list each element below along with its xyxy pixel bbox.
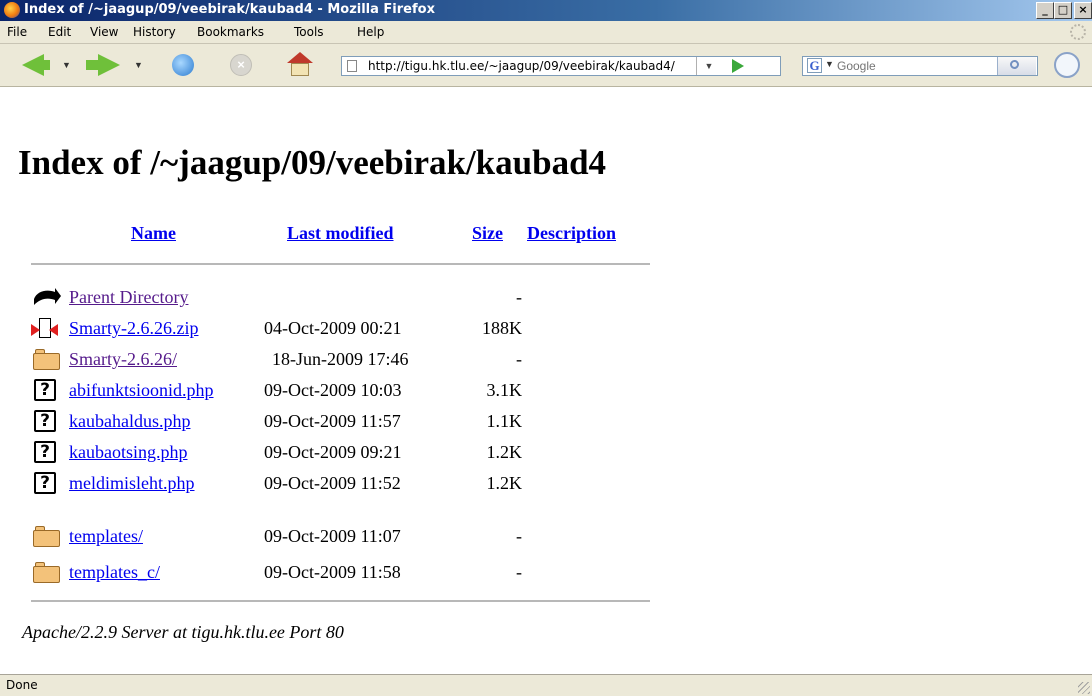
file-modified: 09-Oct-2009 11:57 [264, 411, 401, 431]
list-item: ? kaubahaldus.php 09-Oct-2009 11:57 1.1K [0, 407, 700, 435]
reload-icon[interactable] [172, 54, 194, 76]
folder-icon [31, 560, 61, 584]
folder-icon [31, 524, 61, 548]
url-text[interactable]: http://tigu.hk.tlu.ee/~jaagup/09/veebira… [368, 59, 698, 73]
unknown-file-icon: ? [31, 409, 61, 433]
forward-arrow-icon[interactable] [98, 54, 120, 76]
back-history-dropdown-icon[interactable]: ▼ [62, 60, 71, 70]
minimize-button[interactable]: _ [1036, 2, 1054, 19]
file-link[interactable]: Smarty-2.6.26/ [69, 349, 177, 370]
file-size: 1.2K [486, 442, 523, 462]
back-button[interactable] [40, 60, 50, 70]
column-modified-header[interactable]: Last modified [287, 223, 394, 244]
list-item: Smarty-2.6.26/ 18-Jun-2009 17:46 - [0, 345, 700, 373]
server-signature: Apache/2.2.9 Server at tigu.hk.tlu.ee Po… [22, 622, 344, 642]
file-modified: 09-Oct-2009 11:58 [264, 562, 401, 582]
file-modified: 09-Oct-2009 10:03 [264, 380, 402, 400]
status-text: Done [6, 678, 38, 692]
stop-icon[interactable]: × [230, 54, 252, 76]
file-modified: 18-Jun-2009 17:46 [272, 349, 409, 369]
menu-history[interactable]: History [133, 25, 176, 39]
close-button[interactable]: × [1074, 2, 1092, 19]
file-link[interactable]: Parent Directory [69, 287, 188, 308]
menu-bookmarks[interactable]: Bookmarks [197, 25, 264, 39]
column-size-header[interactable]: Size [472, 223, 503, 244]
file-size: 1.2K [486, 473, 523, 493]
page-title: Index of /~jaagup/09/veebirak/kaubad4 [18, 143, 607, 182]
history-clock-icon[interactable] [1054, 52, 1080, 78]
menu-help[interactable]: Help [357, 25, 384, 39]
file-link[interactable]: Smarty-2.6.26.zip [69, 318, 198, 339]
file-link[interactable]: kaubahaldus.php [69, 411, 190, 432]
search-button[interactable] [997, 57, 1036, 75]
page-content: Index of /~jaagup/09/veebirak/kaubad4 Na… [0, 87, 1092, 674]
file-link[interactable]: templates_c/ [69, 562, 160, 583]
url-dropdown-icon[interactable]: ▼ [696, 57, 721, 75]
address-bar[interactable]: http://tigu.hk.tlu.ee/~jaagup/09/veebira… [341, 56, 781, 76]
window-title-bar: Index of /~jaagup/09/veebirak/kaubad4 - … [0, 0, 1092, 21]
file-size: - [516, 526, 522, 546]
search-engine-dropdown-icon[interactable]: ▼ [825, 59, 834, 69]
file-size: 188K [482, 318, 522, 338]
list-item: templates/ 09-Oct-2009 11:07 - [0, 522, 700, 550]
file-size: - [516, 562, 522, 582]
file-size: - [516, 349, 522, 369]
throbber-icon [1070, 24, 1086, 40]
file-modified: 09-Oct-2009 09:21 [264, 442, 402, 462]
list-item: ? kaubaotsing.php 09-Oct-2009 09:21 1.2K [0, 438, 700, 466]
status-bar: Done [0, 674, 1092, 696]
file-link[interactable]: kaubaotsing.php [69, 442, 188, 463]
file-link[interactable]: abifunktsioonid.php [69, 380, 214, 401]
unknown-file-icon: ? [31, 440, 61, 464]
resize-grip-icon[interactable] [1078, 682, 1090, 694]
navigation-toolbar: ▼ ▼ × http://tigu.hk.tlu.ee/~jaagup/09/v… [0, 44, 1092, 87]
file-modified: 09-Oct-2009 11:52 [264, 473, 401, 493]
google-engine-icon[interactable]: G [807, 58, 822, 73]
menu-bar: File Edit View History Bookmarks Tools H… [0, 21, 1092, 44]
menu-file[interactable]: File [7, 25, 27, 39]
search-icon [1010, 60, 1019, 69]
file-modified: 09-Oct-2009 11:07 [264, 526, 401, 546]
menu-view[interactable]: View [90, 25, 118, 39]
list-item: ? meldimisleht.php 09-Oct-2009 11:52 1.2… [0, 469, 700, 497]
compressed-icon [31, 316, 61, 340]
file-size: 1.1K [486, 411, 523, 431]
home-icon[interactable] [287, 52, 313, 76]
file-link[interactable]: templates/ [69, 526, 143, 547]
list-item: Smarty-2.6.26.zip 04-Oct-2009 00:21 188K [0, 314, 700, 342]
list-item: templates_c/ 09-Oct-2009 11:58 - [0, 558, 700, 586]
column-description-header[interactable]: Description [527, 223, 616, 244]
folder-icon [31, 347, 61, 371]
unknown-file-icon: ? [31, 471, 61, 495]
maximize-button[interactable]: □ [1054, 2, 1072, 19]
go-icon[interactable] [732, 59, 744, 73]
page-icon [347, 60, 357, 72]
file-size: - [516, 287, 522, 307]
unknown-file-icon: ? [31, 378, 61, 402]
forward-history-dropdown-icon[interactable]: ▼ [134, 60, 143, 70]
file-size: 3.1K [486, 380, 523, 400]
file-modified: 04-Oct-2009 00:21 [264, 318, 402, 338]
list-item: Parent Directory - [0, 283, 700, 311]
file-link[interactable]: meldimisleht.php [69, 473, 195, 494]
firefox-logo-icon [4, 2, 20, 18]
menu-edit[interactable]: Edit [48, 25, 71, 39]
window-title: Index of /~jaagup/09/veebirak/kaubad4 - … [24, 2, 435, 17]
list-item: ? abifunktsioonid.php 09-Oct-2009 10:03 … [0, 376, 700, 404]
header-divider [31, 263, 650, 265]
search-bar[interactable]: G ▼ [802, 56, 1038, 76]
footer-divider [31, 600, 650, 602]
forward-button[interactable] [86, 60, 98, 70]
column-name-header[interactable]: Name [131, 223, 176, 244]
menu-tools[interactable]: Tools [294, 25, 324, 39]
search-input[interactable] [837, 58, 987, 74]
back-icon [31, 285, 61, 309]
